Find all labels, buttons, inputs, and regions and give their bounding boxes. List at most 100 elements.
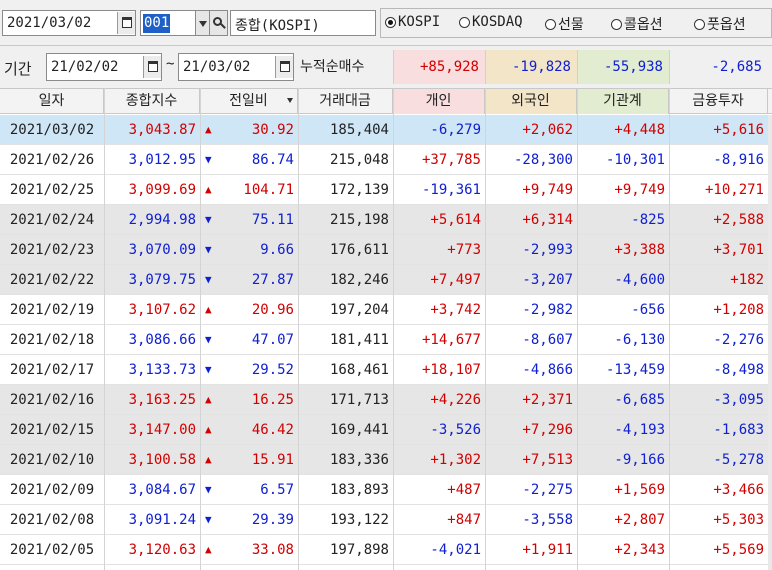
cell-inst: +3,388 <box>614 242 665 258</box>
cell-change: 16.25 <box>251 392 294 408</box>
table-row[interactable]: 2021/02/18 3,086.66 47.07 ▼ 181,411 +14,677 -8… <box>0 325 772 355</box>
cell-index: 3,012.95 <box>128 152 196 168</box>
cell-foreign: -3,207 <box>522 272 573 288</box>
cell-inst: +2,807 <box>614 512 665 528</box>
cell-foreign: -8,607 <box>522 332 573 348</box>
table-row[interactable]: 2021/02/08 3,091.24 29.39 ▼ 193,122 +847 -3,55… <box>0 505 772 535</box>
investor-trading-table: 일자 종합지수 전일비 거래대금 개인 외국인 기관계 금융투자 2021/03… <box>0 88 772 570</box>
col-header-institution[interactable]: 기관계 <box>577 89 669 114</box>
stock-code-input[interactable]: 001 <box>140 10 196 36</box>
cell-change: 15.91 <box>251 452 294 468</box>
cell-date: 2021/03/02 <box>9 122 95 138</box>
date-calendar-button[interactable] <box>117 12 135 34</box>
column-divider <box>200 88 201 570</box>
cell-fin: +3,466 <box>713 482 764 498</box>
table-row[interactable]: 2021/02/23 3,070.09 9.66 ▼ 176,611 +773 -2,993… <box>0 235 772 265</box>
radio-futures[interactable]: 선물 <box>545 14 584 34</box>
period-separator: ~ <box>166 56 175 72</box>
stock-name-field: 종합(KOSPI) <box>230 10 376 36</box>
period-label: 기간 <box>4 60 32 78</box>
cell-personal: +1,302 <box>430 452 481 468</box>
cell-foreign: +6,314 <box>522 212 573 228</box>
cell-change: 6.57 <box>260 482 294 498</box>
period-from-input[interactable]: 21/02/02 <box>46 53 162 81</box>
code-dropdown-button[interactable] <box>196 10 210 36</box>
table-row[interactable]: 2021/02/09 3,084.67 6.57 ▼ 183,893 +487 -2,275… <box>0 475 772 505</box>
cell-index: 3,084.67 <box>128 482 196 498</box>
table-row[interactable]: 2021/02/25 3,099.69 104.71 ▲ 172,139 -19,361 +… <box>0 175 772 205</box>
cell-date: 2021/02/17 <box>9 362 95 378</box>
code-search-button[interactable] <box>210 10 228 36</box>
col-header-foreign[interactable]: 외국인 <box>485 89 577 114</box>
column-divider <box>393 88 394 570</box>
period-to-input[interactable]: 21/03/02 <box>178 53 294 81</box>
cell-foreign: -2,275 <box>522 482 573 498</box>
cell-personal: +7,497 <box>430 272 481 288</box>
cell-amount: 169,441 <box>329 422 389 438</box>
table-row[interactable]: 2021/03/02 3,043.87 30.92 ▲ 185,404 -6,279 +2,… <box>0 115 772 145</box>
radio-put-option[interactable]: 풋옵션 <box>694 14 746 34</box>
cell-personal: +18,107 <box>421 362 481 378</box>
cell-personal: +773 <box>447 242 481 258</box>
triangle-down-icon: ▼ <box>205 213 212 226</box>
market-radio-group: KOSPI KOSDAQ 선물 콜옵션 풋옵션 <box>380 8 772 38</box>
cell-fin: +182 <box>730 272 764 288</box>
col-header-index[interactable]: 종합지수 <box>104 89 200 114</box>
cell-date: 2021/02/25 <box>9 182 95 198</box>
table-row[interactable]: 2021/02/17 3,133.73 29.52 ▼ 168,461 +18,107 -4… <box>0 355 772 385</box>
cell-date: 2021/02/23 <box>9 242 95 258</box>
period-bar: 기간 21/02/02 ~ 21/03/02 누적순매수 +85,928 -19… <box>0 46 772 88</box>
cell-change: 27.87 <box>251 272 294 288</box>
cell-fin: +10,271 <box>704 182 764 198</box>
date-input[interactable]: 2021/03/02 <box>2 10 136 36</box>
cell-inst: -4,193 <box>614 422 665 438</box>
total-foreign: -19,828 <box>485 50 577 84</box>
table-row[interactable]: 2021/02/24 2,994.98 75.11 ▼ 215,198 +5,614 +6,… <box>0 205 772 235</box>
cell-index: 3,120.63 <box>128 542 196 558</box>
cell-personal: -3,526 <box>430 422 481 438</box>
cell-change: 20.96 <box>251 302 294 318</box>
cell-foreign: +2,062 <box>522 122 573 138</box>
radio-kospi[interactable]: KOSPI <box>385 14 440 30</box>
cell-change: 104.71 <box>243 182 294 198</box>
table-row[interactable]: 2021/02/10 3,100.58 15.91 ▲ 183,336 +1,302 +7,… <box>0 445 772 475</box>
col-header-amount[interactable]: 거래대금 <box>298 89 393 114</box>
cell-amount: 197,204 <box>329 302 389 318</box>
col-header-date[interactable]: 일자 <box>0 89 104 114</box>
cell-personal: +5,614 <box>430 212 481 228</box>
cell-date: 2021/02/19 <box>9 302 95 318</box>
col-header-personal[interactable]: 개인 <box>393 89 485 114</box>
radio-kosdaq[interactable]: KOSDAQ <box>459 14 523 30</box>
total-financial-investment: -2,685 <box>669 50 768 84</box>
cell-inst: -825 <box>631 212 665 228</box>
radio-dot-icon <box>545 18 556 30</box>
cell-fin: -3,095 <box>713 392 764 408</box>
cell-change: 86.74 <box>251 152 294 168</box>
col-header-change[interactable]: 전일비 <box>200 89 298 114</box>
from-calendar-button[interactable] <box>143 56 161 78</box>
table-row[interactable]: 2021/02/26 3,012.95 86.74 ▼ 215,048 +37,785 -2… <box>0 145 772 175</box>
table-row[interactable]: 2021/02/19 3,107.62 20.96 ▲ 197,204 +3,742 -2,… <box>0 295 772 325</box>
table-row[interactable]: 2021/02/22 3,079.75 27.87 ▼ 182,246 +7,497 -3,… <box>0 265 772 295</box>
col-header-financial-investment[interactable]: 금융투자 <box>669 89 768 114</box>
cell-change: 75.11 <box>251 212 294 228</box>
cell-personal: -4,021 <box>430 542 481 558</box>
cell-fin: +1,208 <box>713 302 764 318</box>
triangle-up-icon: ▲ <box>205 423 212 436</box>
cell-foreign: -2,982 <box>522 302 573 318</box>
table-row[interactable]: 2021/02/16 3,163.25 16.25 ▲ 171,713 +4,226 +2,… <box>0 385 772 415</box>
to-calendar-button[interactable] <box>275 56 293 78</box>
cell-amount: 215,198 <box>329 212 389 228</box>
table-row[interactable]: 2021/02/15 3,147.00 46.42 ▲ 169,441 -3,526 +7,… <box>0 415 772 445</box>
cell-change: 46.42 <box>251 422 294 438</box>
radio-call-option[interactable]: 콜옵션 <box>611 14 663 34</box>
cell-inst: +9,749 <box>614 182 665 198</box>
scrollbar[interactable] <box>768 115 772 570</box>
table-row[interactable]: 2021/02/05 3,120.63 33.08 ▲ 197,898 -4,021 +1,… <box>0 535 772 565</box>
triangle-up-icon: ▲ <box>205 453 212 466</box>
cell-date: 2021/02/08 <box>9 512 95 528</box>
cell-fin: -5,278 <box>713 452 764 468</box>
cell-amount: 197,898 <box>329 542 389 558</box>
column-divider <box>104 88 105 570</box>
cell-inst: -10,301 <box>605 152 665 168</box>
